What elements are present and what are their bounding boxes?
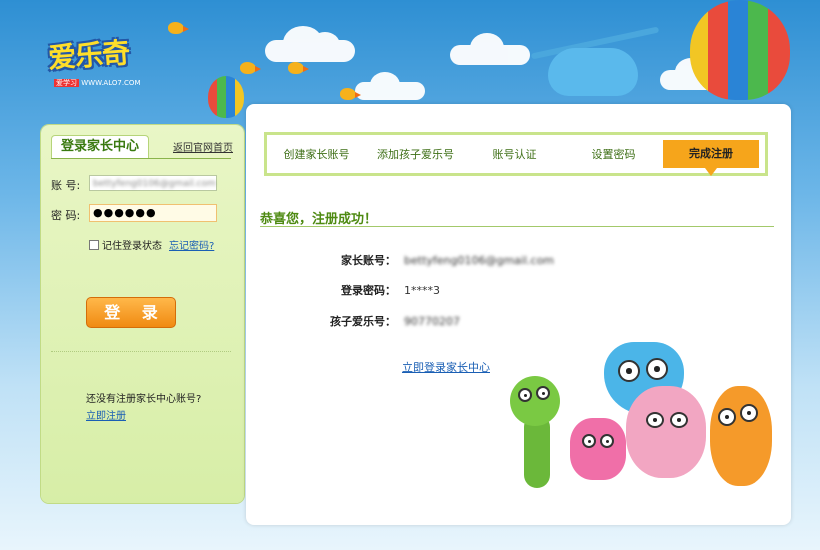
- monster-illustration: [510, 376, 560, 426]
- hot-air-balloon-icon: [208, 76, 244, 118]
- divider: [51, 158, 231, 159]
- brand-logo[interactable]: 爱乐奇 爱学习 WWW.ALO7.COM: [47, 34, 148, 94]
- login-button[interactable]: 登 录: [86, 297, 176, 328]
- bird-icon: [288, 62, 309, 74]
- step-progress-bar: 创建家长账号 添加孩子爱乐号 账号认证 设置密码 完成注册: [264, 132, 768, 176]
- remember-checkbox[interactable]: [89, 239, 99, 250]
- helicopter-icon: [548, 48, 638, 96]
- cloud-decoration: [265, 26, 355, 62]
- remember-label: 记住登录状态: [102, 241, 162, 252]
- step-add-child: 添加孩子爱乐号: [377, 148, 454, 161]
- success-heading: 恭喜您，注册成功！: [260, 212, 378, 227]
- eye-icon: [536, 386, 550, 400]
- account-label: 账 号:: [51, 179, 81, 192]
- child-id-value: 90770207: [404, 315, 460, 328]
- logo-badge: 爱学习: [54, 79, 79, 87]
- password-row: 登录密码： 1****3: [310, 282, 440, 298]
- forgot-password-link[interactable]: 忘记密码?: [169, 237, 214, 252]
- account-input-value: bettyfeng0106@gmail.com: [93, 179, 216, 189]
- login-tab-title: 登录家长中心: [51, 135, 149, 158]
- child-id-label: 孩子爱乐号：: [330, 315, 396, 328]
- parent-account-value: bettyfeng0106@gmail.com: [404, 254, 555, 267]
- monster-illustration: [710, 386, 772, 486]
- login-panel: 登录家长中心 返回官网首页 账 号: bettyfeng0106@gmail.c…: [41, 125, 244, 503]
- account-input[interactable]: bettyfeng0106@gmail.com: [89, 175, 217, 191]
- remember-me: 记住登录状态 忘记密码?: [89, 237, 214, 252]
- parent-account-label: 家长账号：: [341, 254, 396, 267]
- password-input-value: ●●●●●●: [93, 206, 157, 219]
- eye-icon: [518, 388, 532, 402]
- step-verify-account: 账号认证: [492, 148, 537, 161]
- bird-icon: [240, 62, 261, 74]
- logo-subtitle: 爱学习 WWW.ALO7.COM: [54, 78, 141, 88]
- eye-icon: [646, 358, 668, 380]
- no-account-text: 还没有注册家长中心账号?: [86, 394, 202, 405]
- step-set-password: 设置密码: [591, 148, 636, 161]
- logo-url: WWW.ALO7.COM: [81, 79, 141, 87]
- eye-icon: [670, 412, 688, 428]
- eye-icon: [718, 408, 736, 426]
- password-label: 密 码:: [51, 209, 81, 222]
- register-link[interactable]: 立即注册: [86, 407, 126, 422]
- eye-icon: [740, 404, 758, 422]
- divider: [260, 226, 774, 227]
- child-id-row: 孩子爱乐号： 90770207: [310, 313, 460, 329]
- monster-illustration: [626, 386, 706, 478]
- password-input[interactable]: ●●●●●●: [89, 204, 217, 222]
- eye-icon: [618, 360, 640, 382]
- step-complete: 完成注册: [663, 140, 759, 176]
- logo-text: 爱乐奇: [47, 36, 131, 75]
- enter-parent-center-link[interactable]: 立即登录家长中心: [402, 359, 490, 375]
- cloud-decoration: [450, 33, 530, 65]
- eye-icon: [646, 412, 664, 428]
- home-link[interactable]: 返回官网首页: [173, 139, 233, 154]
- eye-icon: [582, 434, 596, 448]
- step-create-account: 创建家长账号: [283, 148, 350, 161]
- password-row-value: 1****3: [404, 284, 440, 297]
- registration-panel: 创建家长账号 添加孩子爱乐号 账号认证 设置密码 完成注册 恭喜您，注册成功！ …: [246, 104, 791, 525]
- divider: [51, 351, 231, 352]
- bird-icon: [340, 88, 361, 100]
- cloud-decoration: [355, 72, 425, 100]
- hot-air-balloon-icon: [690, 0, 790, 100]
- parent-account-row: 家长账号： bettyfeng0106@gmail.com: [310, 252, 554, 268]
- bird-icon: [168, 22, 189, 34]
- monster-illustration: [570, 418, 626, 480]
- eye-icon: [600, 434, 614, 448]
- password-row-label: 登录密码：: [341, 284, 396, 297]
